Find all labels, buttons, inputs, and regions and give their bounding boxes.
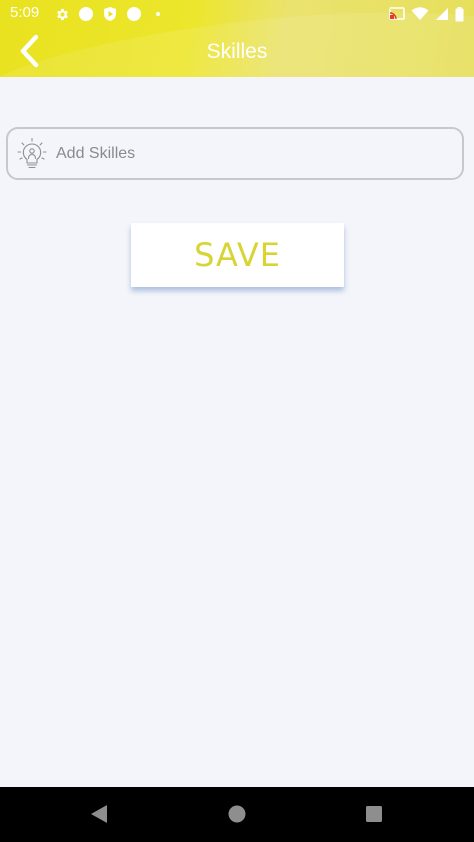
add-skill-field[interactable] — [6, 127, 464, 180]
circle-icon — [78, 6, 94, 22]
lightbulb-person-icon — [12, 134, 52, 174]
nav-home-button[interactable] — [226, 805, 248, 827]
status-bar: 5:09 — [0, 0, 474, 28]
dot-icon — [150, 6, 166, 22]
status-right-icons — [389, 6, 464, 22]
cast-icon — [389, 6, 405, 22]
nav-recents-button[interactable] — [363, 805, 385, 827]
battery-icon — [455, 6, 464, 22]
save-button[interactable]: SAVE — [131, 223, 344, 287]
play-shield-icon — [102, 6, 118, 22]
back-triangle-icon — [90, 804, 108, 828]
add-skill-input[interactable] — [54, 132, 448, 175]
nav-back-button[interactable] — [88, 805, 110, 827]
app-header: 5:09 Skilles — [0, 0, 474, 77]
wifi-icon — [411, 6, 429, 22]
circle-icon — [126, 6, 142, 22]
page-title: Skilles — [206, 40, 268, 63]
signal-icon — [435, 6, 449, 22]
recents-square-icon — [365, 805, 383, 827]
home-circle-icon — [227, 804, 247, 828]
status-time: 5:09 — [10, 4, 40, 21]
status-left-icons — [54, 6, 166, 22]
gear-icon — [54, 6, 70, 22]
system-nav-bar — [0, 787, 474, 842]
